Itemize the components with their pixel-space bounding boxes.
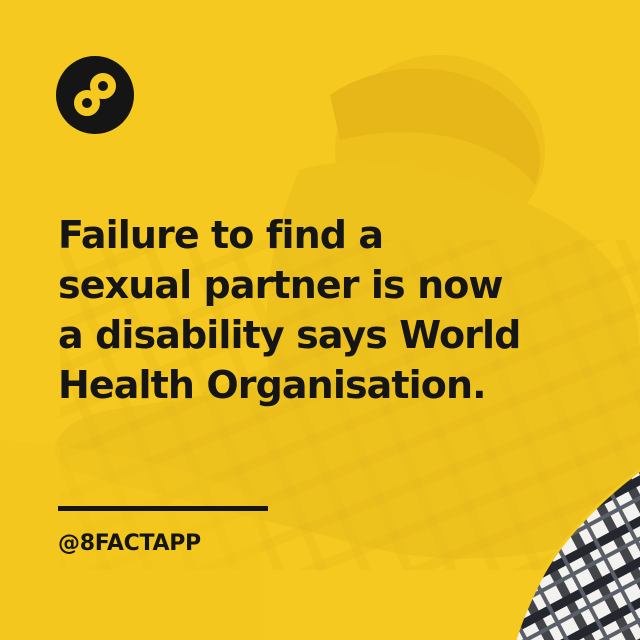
social-handle: @8FACTAPP	[58, 531, 201, 556]
infinity-8-icon	[56, 56, 134, 134]
fact-card: Failure to find a sexual partner is now …	[0, 0, 640, 640]
divider-rule	[58, 506, 268, 511]
headline: Failure to find a sexual partner is now …	[58, 213, 521, 407]
